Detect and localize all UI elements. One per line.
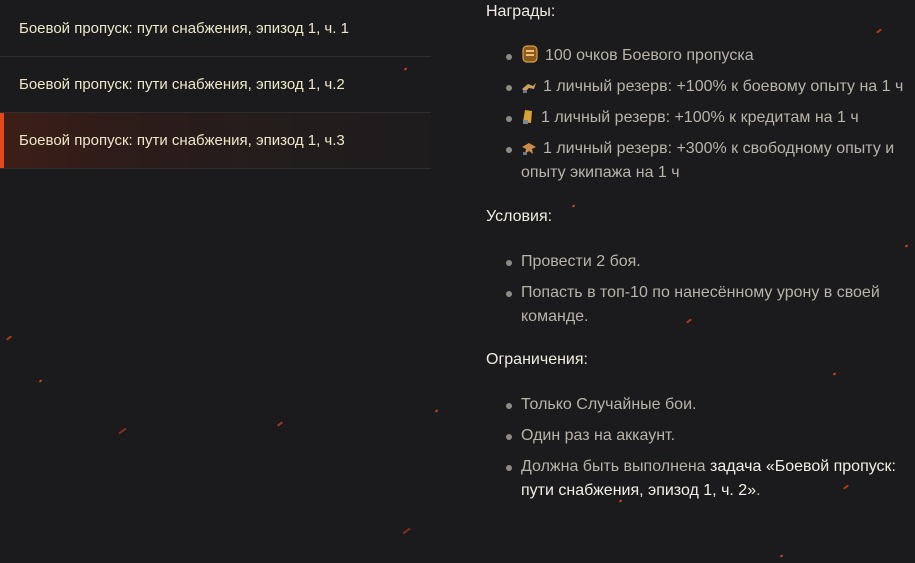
conditions-list: Провести 2 боя. Попасть в топ-10 по нане… [486,250,906,336]
ember-particle [276,421,284,427]
battle-pass-points-icon [522,45,538,63]
ember-particle [875,28,883,34]
task-item-part-3-selected[interactable]: Боевой пропуск: пути снабжения, эпизод 1… [0,113,431,169]
reward-item: 1 личный резерв: +100% к боевому опыту н… [486,75,906,99]
condition-item: Провести 2 боя. [486,250,906,274]
ember-particle [5,335,13,341]
restrictions-list: Только Случайные бои. Один раз на аккаун… [486,393,906,510]
ember-particle [402,527,411,535]
reward-item: 1 личный резерв: +300% к свободному опыт… [486,137,906,185]
reward-item: 100 очков Боевого пропуска [486,44,906,68]
restriction-item: Один раз на аккаунт. [486,424,906,448]
task-item-label: Боевой пропуск: пути снабжения, эпизод 1… [19,76,345,93]
ember-particle [832,372,837,376]
free-xp-reserve-icon [522,143,536,155]
rewards-title: Награды: [486,3,556,20]
reward-item: 1 личный резерв: +100% к кредитам на 1 ч [486,106,906,130]
task-item-label: Боевой пропуск: пути снабжения, эпизод 1… [19,132,345,149]
credits-reserve-icon [523,110,532,124]
restriction-item: Только Случайные бои. [486,393,906,417]
ember-particle [779,554,784,558]
restrictions-title: Ограничения: [486,351,588,368]
ember-particle [434,409,439,413]
restriction-item: Должна быть выполнена задача «Боевой про… [486,455,906,503]
condition-item: Попасть в топ-10 по нанесённому урону в … [486,281,906,329]
combat-xp-reserve-icon [522,83,536,93]
rewards-list: 100 очков Боевого пропуска 1 личный резе… [486,44,906,192]
ember-particle [571,204,576,208]
task-item-label: Боевой пропуск: пути снабжения, эпизод 1… [19,19,349,37]
ember-particle [118,427,127,435]
task-item-part-1[interactable]: Боевой пропуск: пути снабжения, эпизод 1… [0,0,431,57]
task-item-part-2[interactable]: Боевой пропуск: пути снабжения, эпизод 1… [0,57,431,113]
task-list: Боевой пропуск: пути снабжения, эпизод 1… [0,0,431,169]
conditions-title: Условия: [486,208,553,225]
ember-particle [38,379,43,383]
ember-particle [904,244,909,248]
